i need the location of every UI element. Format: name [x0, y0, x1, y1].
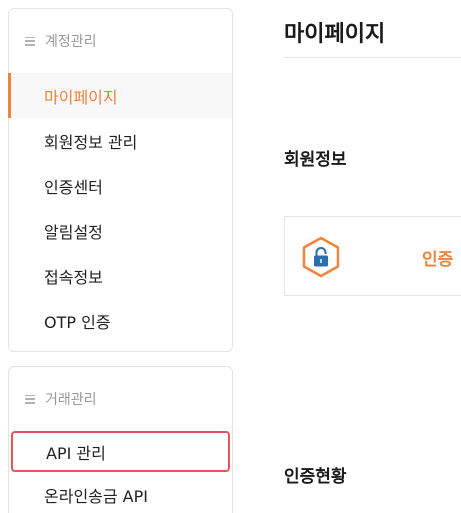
sidebar-item-online-remittance-api[interactable]: 온라인송금 API	[9, 472, 232, 513]
account-menu-title: 계정관리	[45, 34, 97, 50]
trade-menu-title: 거래관리	[45, 392, 97, 408]
sidebar-item-otp[interactable]: OTP 인증	[9, 298, 232, 343]
trade-menu-panel: 거래관리 API 관리 온라인송금 API	[8, 366, 233, 513]
lock-icon	[302, 236, 340, 278]
trade-menu-header: 거래관리	[9, 367, 232, 431]
page-title: 마이페이지	[284, 22, 386, 47]
auth-card-label: 인증	[422, 250, 454, 270]
sidebar-item-mypage[interactable]: 마이페이지	[8, 73, 232, 118]
auth-card[interactable]: 인증	[284, 216, 461, 296]
hamburger-icon	[25, 394, 35, 404]
auth-status-section-title: 인증현황	[284, 467, 347, 487]
account-menu-header: 계정관리	[9, 9, 232, 73]
account-menu-panel: 계정관리 마이페이지 회원정보 관리 인증센터 알림설정 접속정보 OTP 인증	[8, 8, 233, 352]
member-info-section-title: 회원정보	[284, 150, 347, 170]
sidebar-item-api-management[interactable]: API 관리	[11, 431, 230, 472]
sidebar-item-access-info[interactable]: 접속정보	[9, 253, 232, 298]
title-divider	[284, 57, 461, 58]
sidebar-item-notifications[interactable]: 알림설정	[9, 208, 232, 253]
sidebar-item-member-info[interactable]: 회원정보 관리	[9, 118, 232, 163]
hamburger-icon	[25, 36, 35, 46]
sidebar-item-auth-center[interactable]: 인증센터	[9, 163, 232, 208]
